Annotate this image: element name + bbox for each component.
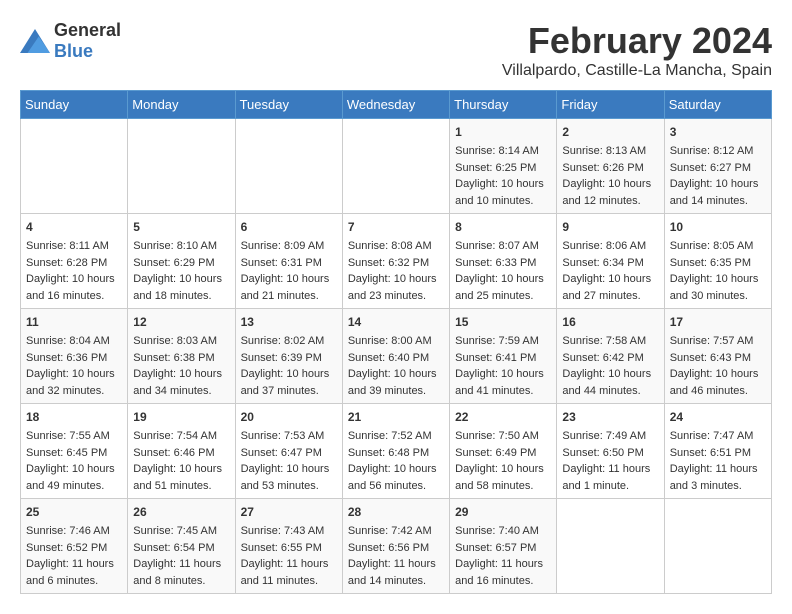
calendar-cell: 11Sunrise: 8:04 AMSunset: 6:36 PMDayligh… (21, 309, 128, 404)
calendar-cell: 23Sunrise: 7:49 AMSunset: 6:50 PMDayligh… (557, 404, 664, 499)
day-number: 13 (241, 313, 337, 331)
day-number: 4 (26, 218, 122, 236)
calendar-cell: 18Sunrise: 7:55 AMSunset: 6:45 PMDayligh… (21, 404, 128, 499)
calendar-cell: 25Sunrise: 7:46 AMSunset: 6:52 PMDayligh… (21, 499, 128, 594)
day-number: 3 (670, 123, 766, 141)
calendar-cell: 8Sunrise: 8:07 AMSunset: 6:33 PMDaylight… (450, 214, 557, 309)
logo-general: General (54, 20, 121, 40)
day-number: 26 (133, 503, 229, 521)
day-of-week-header: Saturday (664, 91, 771, 119)
day-number: 9 (562, 218, 658, 236)
day-number: 1 (455, 123, 551, 141)
day-number: 27 (241, 503, 337, 521)
calendar-cell: 20Sunrise: 7:53 AMSunset: 6:47 PMDayligh… (235, 404, 342, 499)
calendar-cell (342, 119, 449, 214)
calendar-week-row: 11Sunrise: 8:04 AMSunset: 6:36 PMDayligh… (21, 309, 772, 404)
day-of-week-header: Wednesday (342, 91, 449, 119)
day-number: 18 (26, 408, 122, 426)
day-of-week-header: Tuesday (235, 91, 342, 119)
calendar-cell: 24Sunrise: 7:47 AMSunset: 6:51 PMDayligh… (664, 404, 771, 499)
calendar-cell: 7Sunrise: 8:08 AMSunset: 6:32 PMDaylight… (342, 214, 449, 309)
day-number: 24 (670, 408, 766, 426)
day-number: 25 (26, 503, 122, 521)
subtitle: Villalpardo, Castille-La Mancha, Spain (502, 62, 772, 80)
calendar-cell: 19Sunrise: 7:54 AMSunset: 6:46 PMDayligh… (128, 404, 235, 499)
calendar-header-row: SundayMondayTuesdayWednesdayThursdayFrid… (21, 91, 772, 119)
day-number: 19 (133, 408, 229, 426)
calendar-cell: 14Sunrise: 8:00 AMSunset: 6:40 PMDayligh… (342, 309, 449, 404)
calendar-week-row: 25Sunrise: 7:46 AMSunset: 6:52 PMDayligh… (21, 499, 772, 594)
day-number: 12 (133, 313, 229, 331)
calendar-cell (664, 499, 771, 594)
day-of-week-header: Monday (128, 91, 235, 119)
calendar-week-row: 1Sunrise: 8:14 AMSunset: 6:25 PMDaylight… (21, 119, 772, 214)
logo-icon (20, 29, 50, 53)
calendar-cell (21, 119, 128, 214)
calendar-week-row: 18Sunrise: 7:55 AMSunset: 6:45 PMDayligh… (21, 404, 772, 499)
calendar-cell: 26Sunrise: 7:45 AMSunset: 6:54 PMDayligh… (128, 499, 235, 594)
day-of-week-header: Thursday (450, 91, 557, 119)
day-number: 28 (348, 503, 444, 521)
day-of-week-header: Friday (557, 91, 664, 119)
day-number: 11 (26, 313, 122, 331)
calendar-cell: 1Sunrise: 8:14 AMSunset: 6:25 PMDaylight… (450, 119, 557, 214)
day-number: 29 (455, 503, 551, 521)
day-number: 14 (348, 313, 444, 331)
calendar-week-row: 4Sunrise: 8:11 AMSunset: 6:28 PMDaylight… (21, 214, 772, 309)
calendar-cell: 22Sunrise: 7:50 AMSunset: 6:49 PMDayligh… (450, 404, 557, 499)
calendar-cell: 12Sunrise: 8:03 AMSunset: 6:38 PMDayligh… (128, 309, 235, 404)
day-number: 15 (455, 313, 551, 331)
day-number: 20 (241, 408, 337, 426)
calendar-table: SundayMondayTuesdayWednesdayThursdayFrid… (20, 90, 772, 594)
logo-blue: Blue (54, 41, 93, 61)
day-of-week-header: Sunday (21, 91, 128, 119)
calendar-cell: 16Sunrise: 7:58 AMSunset: 6:42 PMDayligh… (557, 309, 664, 404)
calendar-cell: 9Sunrise: 8:06 AMSunset: 6:34 PMDaylight… (557, 214, 664, 309)
calendar-cell: 10Sunrise: 8:05 AMSunset: 6:35 PMDayligh… (664, 214, 771, 309)
day-number: 17 (670, 313, 766, 331)
calendar-cell: 13Sunrise: 8:02 AMSunset: 6:39 PMDayligh… (235, 309, 342, 404)
calendar-cell: 5Sunrise: 8:10 AMSunset: 6:29 PMDaylight… (128, 214, 235, 309)
calendar-cell: 4Sunrise: 8:11 AMSunset: 6:28 PMDaylight… (21, 214, 128, 309)
title-area: February 2024 Villalpardo, Castille-La M… (502, 20, 772, 80)
day-number: 7 (348, 218, 444, 236)
calendar-cell (128, 119, 235, 214)
calendar-cell: 6Sunrise: 8:09 AMSunset: 6:31 PMDaylight… (235, 214, 342, 309)
calendar-cell: 21Sunrise: 7:52 AMSunset: 6:48 PMDayligh… (342, 404, 449, 499)
header: General Blue February 2024 Villalpardo, … (20, 20, 772, 80)
day-number: 21 (348, 408, 444, 426)
calendar-cell: 15Sunrise: 7:59 AMSunset: 6:41 PMDayligh… (450, 309, 557, 404)
calendar-cell: 27Sunrise: 7:43 AMSunset: 6:55 PMDayligh… (235, 499, 342, 594)
calendar-cell: 2Sunrise: 8:13 AMSunset: 6:26 PMDaylight… (557, 119, 664, 214)
calendar-cell: 28Sunrise: 7:42 AMSunset: 6:56 PMDayligh… (342, 499, 449, 594)
calendar-cell: 17Sunrise: 7:57 AMSunset: 6:43 PMDayligh… (664, 309, 771, 404)
day-number: 22 (455, 408, 551, 426)
day-number: 6 (241, 218, 337, 236)
calendar-cell (235, 119, 342, 214)
main-title: February 2024 (502, 20, 772, 62)
day-number: 5 (133, 218, 229, 236)
calendar-body: 1Sunrise: 8:14 AMSunset: 6:25 PMDaylight… (21, 119, 772, 594)
day-number: 8 (455, 218, 551, 236)
calendar-cell (557, 499, 664, 594)
calendar-cell: 3Sunrise: 8:12 AMSunset: 6:27 PMDaylight… (664, 119, 771, 214)
day-number: 2 (562, 123, 658, 141)
day-number: 23 (562, 408, 658, 426)
logo: General Blue (20, 20, 121, 62)
calendar-cell: 29Sunrise: 7:40 AMSunset: 6:57 PMDayligh… (450, 499, 557, 594)
day-number: 16 (562, 313, 658, 331)
day-number: 10 (670, 218, 766, 236)
